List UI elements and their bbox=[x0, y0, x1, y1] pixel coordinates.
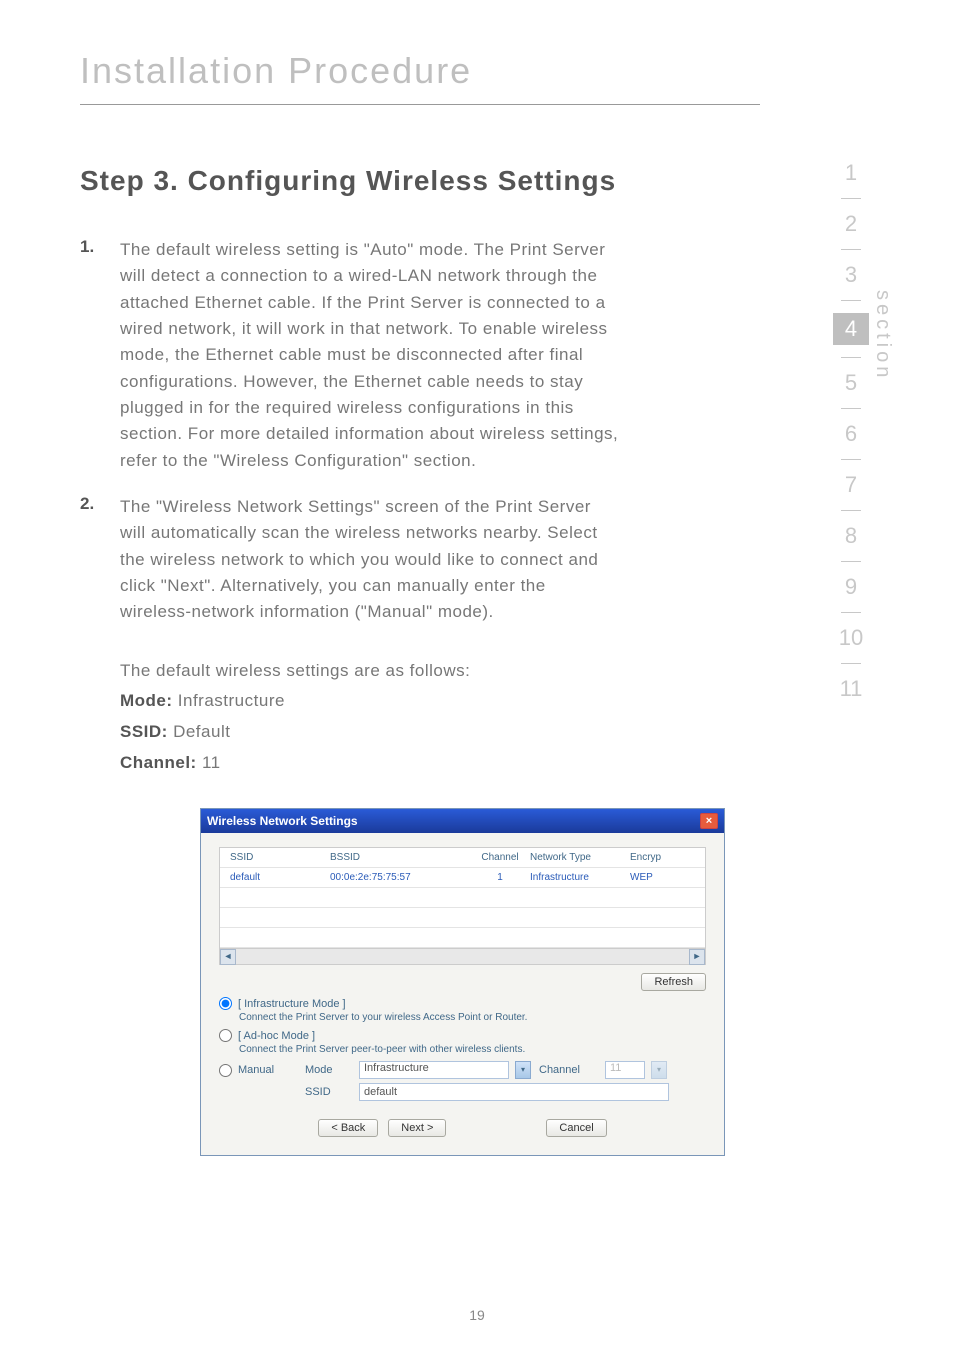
infra-mode-radio[interactable]: [ Infrastructure Mode ] bbox=[219, 997, 706, 1010]
channel-combo[interactable]: 11 bbox=[605, 1061, 645, 1079]
grid-data-row[interactable]: default 00:0e:2e:75:75:57 1 Infrastructu… bbox=[220, 868, 705, 888]
default-ssid: SSID: Default bbox=[120, 717, 620, 748]
col-enc: Encryp bbox=[630, 852, 680, 863]
tab-11[interactable]: 11 bbox=[833, 676, 869, 702]
tab-3[interactable]: 3 bbox=[833, 262, 869, 288]
page-number: 19 bbox=[0, 1307, 954, 1323]
cell-bssid: 00:0e:2e:75:75:57 bbox=[330, 872, 470, 883]
scroll-right-icon[interactable]: ► bbox=[689, 949, 705, 965]
mode-label: Mode: bbox=[120, 691, 173, 710]
ssid-input[interactable] bbox=[359, 1083, 669, 1101]
tab-7[interactable]: 7 bbox=[833, 472, 869, 498]
adhoc-mode-radio[interactable]: [ Ad-hoc Mode ] bbox=[219, 1029, 706, 1042]
cell-enc: WEP bbox=[630, 872, 680, 883]
col-type: Network Type bbox=[530, 852, 630, 863]
list-text: The "Wireless Network Settings" screen o… bbox=[120, 494, 620, 626]
defaults-intro: The default wireless settings are as fol… bbox=[120, 656, 620, 687]
tab-9[interactable]: 9 bbox=[833, 574, 869, 600]
manual-mode-lbl: Mode bbox=[305, 1064, 353, 1076]
list-number: 2. bbox=[80, 494, 120, 626]
ssid-value: Default bbox=[173, 722, 230, 741]
step-heading: Step 3. Configuring Wireless Settings bbox=[80, 165, 620, 197]
close-button[interactable]: × bbox=[700, 813, 718, 829]
grid-empty-row bbox=[220, 888, 705, 908]
manual-mode-radio[interactable]: Manual bbox=[219, 1064, 299, 1077]
infra-desc: Connect the Print Server to your wireles… bbox=[239, 1012, 706, 1023]
channel-label: Channel: bbox=[120, 753, 197, 772]
horizontal-scrollbar[interactable]: ◄ ► bbox=[220, 948, 705, 964]
mode-combo[interactable]: Infrastructure bbox=[359, 1061, 509, 1079]
col-ssid: SSID bbox=[220, 852, 330, 863]
manual-ssid-lbl: SSID bbox=[305, 1086, 353, 1098]
col-bssid: BSSID bbox=[330, 852, 470, 863]
list-text: The default wireless setting is "Auto" m… bbox=[120, 237, 620, 474]
col-channel: Channel bbox=[470, 852, 530, 863]
cell-ssid: default bbox=[220, 872, 330, 883]
tab-1[interactable]: 1 bbox=[833, 160, 869, 186]
manual-radio-input[interactable] bbox=[219, 1064, 232, 1077]
tab-10[interactable]: 10 bbox=[833, 625, 869, 651]
section-label: section bbox=[871, 290, 894, 381]
adhoc-label: [ Ad-hoc Mode ] bbox=[238, 1030, 315, 1042]
next-button[interactable]: Next > bbox=[388, 1119, 446, 1137]
back-button[interactable]: < Back bbox=[318, 1119, 378, 1137]
dialog-title: Wireless Network Settings bbox=[207, 814, 358, 828]
infra-radio-input[interactable] bbox=[219, 997, 232, 1010]
cell-type: Infrastructure bbox=[530, 872, 630, 883]
manual-channel-lbl: Channel bbox=[539, 1064, 599, 1076]
mode-value: Infrastructure bbox=[178, 691, 285, 710]
network-list[interactable]: SSID BSSID Channel Network Type Encryp d… bbox=[219, 847, 706, 965]
list-number: 1. bbox=[80, 237, 120, 474]
list-item: 2. The "Wireless Network Settings" scree… bbox=[80, 494, 620, 626]
tab-8[interactable]: 8 bbox=[833, 523, 869, 549]
grid-empty-row bbox=[220, 908, 705, 928]
adhoc-desc: Connect the Print Server peer-to-peer wi… bbox=[239, 1044, 706, 1055]
mode-combo-arrow[interactable]: ▾ bbox=[515, 1061, 531, 1079]
scroll-left-icon[interactable]: ◄ bbox=[220, 949, 236, 965]
dialog-titlebar: Wireless Network Settings × bbox=[201, 809, 724, 833]
default-mode: Mode: Infrastructure bbox=[120, 686, 620, 717]
grid-header-row: SSID BSSID Channel Network Type Encryp bbox=[220, 848, 705, 868]
infra-label: [ Infrastructure Mode ] bbox=[238, 998, 346, 1010]
ssid-label: SSID: bbox=[120, 722, 168, 741]
wireless-settings-dialog: Wireless Network Settings × SSID BSSID C… bbox=[200, 808, 725, 1156]
channel-combo-arrow[interactable]: ▾ bbox=[651, 1061, 667, 1079]
section-tabs: 1 2 3 4 5 6 7 8 9 10 11 bbox=[833, 160, 869, 702]
adhoc-radio-input[interactable] bbox=[219, 1029, 232, 1042]
grid-empty-row bbox=[220, 928, 705, 948]
cell-channel: 1 bbox=[470, 872, 530, 883]
default-channel: Channel: 11 bbox=[120, 748, 620, 779]
tab-5[interactable]: 5 bbox=[833, 370, 869, 396]
tab-4[interactable]: 4 bbox=[833, 313, 869, 345]
tab-6[interactable]: 6 bbox=[833, 421, 869, 447]
refresh-button[interactable]: Refresh bbox=[641, 973, 706, 991]
cancel-button[interactable]: Cancel bbox=[546, 1119, 606, 1137]
channel-value: 11 bbox=[202, 753, 221, 772]
tab-2[interactable]: 2 bbox=[833, 211, 869, 237]
list-item: 1. The default wireless setting is "Auto… bbox=[80, 237, 620, 474]
chapter-title: Installation Procedure bbox=[0, 0, 954, 92]
manual-label: Manual bbox=[238, 1064, 274, 1076]
